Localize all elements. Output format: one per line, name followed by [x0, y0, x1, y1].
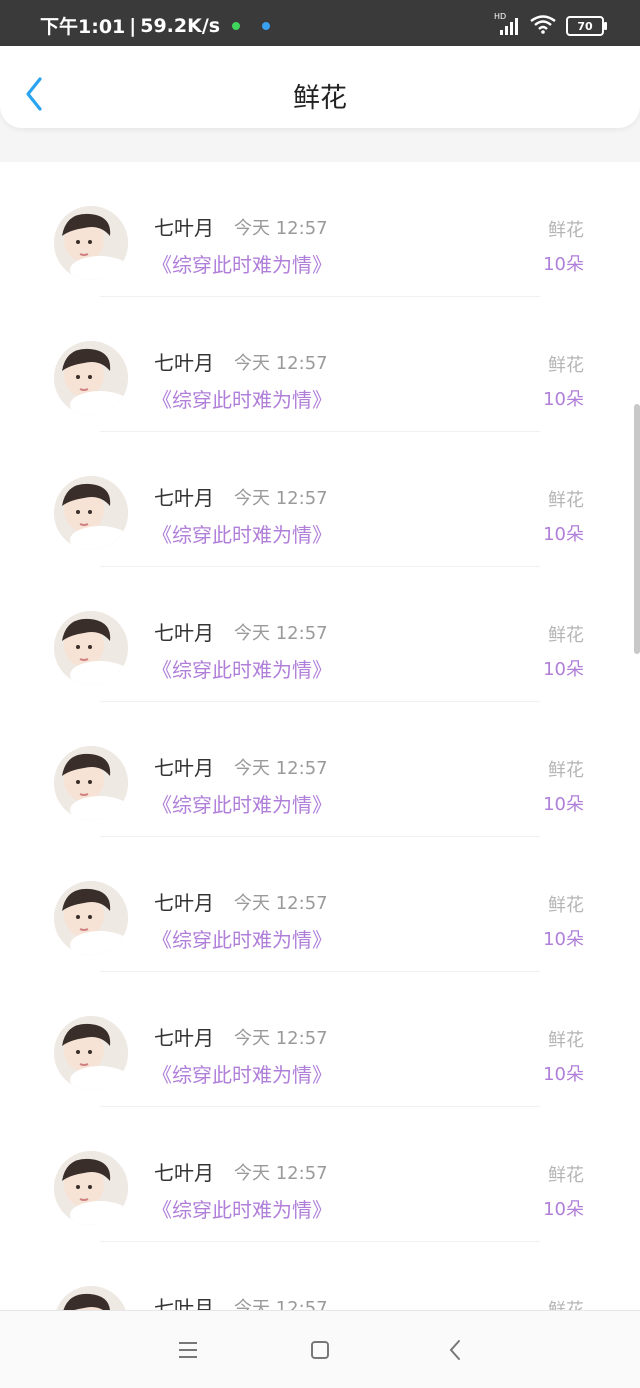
book-title-link[interactable]: 《综穿此时难为情》 [152, 249, 332, 278]
wifi-icon [530, 14, 556, 38]
status-right: HD 70 [494, 12, 607, 38]
avatar-image [54, 746, 128, 820]
status-left: 下午1:01 | 59.2K/s [40, 12, 271, 39]
avatar-image [54, 1151, 128, 1225]
user-name: 七叶月 [154, 486, 214, 510]
user-name: 七叶月 [154, 216, 214, 240]
avatar-image [54, 881, 128, 955]
gift-type: 鲜花 [548, 355, 584, 376]
gift-type: 鲜花 [548, 625, 584, 646]
gift-count: 10朵 [543, 929, 584, 950]
status-speed: 59.2K/s [140, 14, 221, 37]
gift-time: 今天 12:57 [234, 218, 328, 239]
home-button[interactable] [307, 1337, 333, 1363]
avatar-image [54, 476, 128, 550]
avatar[interactable] [54, 746, 128, 820]
battery-icon: 70 [566, 16, 607, 36]
status-separator: | [129, 14, 137, 37]
book-title-link[interactable]: 《综穿此时难为情》 [152, 789, 332, 818]
gift-count: 10朵 [543, 1064, 584, 1085]
status-time: 下午1:01 [40, 16, 126, 38]
avatar[interactable] [54, 341, 128, 415]
page-title: 鲜花 [293, 83, 347, 114]
header-bar: 鲜花 [0, 46, 640, 128]
list-item[interactable]: 七叶月 今天 12:57 《综穿此时难为情》 鲜花 10朵 [0, 162, 640, 297]
gift-time: 今天 12:57 [234, 1028, 328, 1049]
book-title-link[interactable]: 《综穿此时难为情》 [152, 519, 332, 548]
list-item[interactable]: 七叶月 今天 12:57 《综穿此时难为情》 鲜花 10朵 [0, 837, 640, 972]
avatar[interactable] [54, 611, 128, 685]
back-triangle-icon [449, 1340, 460, 1360]
avatar-image [54, 611, 128, 685]
status-bar: 下午1:01 | 59.2K/s HD 70 [0, 0, 640, 46]
scrollbar[interactable] [634, 404, 640, 654]
avatar-image [54, 1286, 128, 1310]
gift-time: 今天 12:57 [234, 623, 328, 644]
gift-type: 鲜花 [548, 1165, 584, 1186]
gift-time: 今天 12:57 [234, 1163, 328, 1184]
avatar-image [54, 341, 128, 415]
avatar[interactable] [54, 206, 128, 280]
avatar[interactable] [54, 476, 128, 550]
gift-count: 10朵 [543, 659, 584, 680]
avatar-image [54, 206, 128, 280]
user-name: 七叶月 [154, 351, 214, 375]
avatar-image [54, 1016, 128, 1090]
gift-count: 10朵 [543, 794, 584, 815]
menu-icon [179, 1342, 197, 1358]
list-item[interactable]: 七叶月 今天 12:57 《综穿此时难为情》 鲜花 10朵 [0, 1242, 640, 1310]
avatar[interactable] [54, 1151, 128, 1225]
user-name: 七叶月 [154, 1296, 214, 1310]
list-item[interactable]: 七叶月 今天 12:57 《综穿此时难为情》 鲜花 10朵 [0, 972, 640, 1107]
gift-type: 鲜花 [548, 220, 584, 241]
list-item[interactable]: 七叶月 今天 12:57 《综穿此时难为情》 鲜花 10朵 [0, 567, 640, 702]
gift-count: 10朵 [543, 389, 584, 410]
gift-time: 今天 12:57 [234, 488, 328, 509]
signal-icon: HD [494, 12, 520, 36]
user-name: 七叶月 [154, 1026, 214, 1050]
gift-count: 10朵 [543, 524, 584, 545]
menu-button[interactable] [175, 1337, 201, 1363]
home-square-icon [311, 1341, 329, 1359]
gift-type: 鲜花 [548, 895, 584, 916]
book-title-link[interactable]: 《综穿此时难为情》 [152, 924, 332, 953]
back-nav-button[interactable] [442, 1337, 468, 1363]
list-item[interactable]: 七叶月 今天 12:57 《综穿此时难为情》 鲜花 10朵 [0, 702, 640, 837]
notification-dot-blue [262, 21, 271, 30]
user-name: 七叶月 [154, 891, 214, 915]
gift-time: 今天 12:57 [234, 353, 328, 374]
avatar[interactable] [54, 1286, 128, 1310]
book-title-link[interactable]: 《综穿此时难为情》 [152, 654, 332, 683]
avatar[interactable] [54, 881, 128, 955]
book-title-link[interactable]: 《综穿此时难为情》 [152, 384, 332, 413]
gift-time: 今天 12:57 [234, 893, 328, 914]
user-name: 七叶月 [154, 756, 214, 780]
notification-dot-green [232, 21, 241, 30]
gift-type: 鲜花 [548, 760, 584, 781]
gift-type: 鲜花 [548, 490, 584, 511]
list-item[interactable]: 七叶月 今天 12:57 《综穿此时难为情》 鲜花 10朵 [0, 1107, 640, 1242]
gift-record-list[interactable]: 七叶月 今天 12:57 《综穿此时难为情》 鲜花 10朵 七叶月 今天 12:… [0, 162, 640, 1310]
gift-type: 鲜花 [548, 1296, 584, 1310]
gift-count: 10朵 [543, 254, 584, 275]
user-name: 七叶月 [154, 1161, 214, 1185]
gift-type: 鲜花 [548, 1030, 584, 1051]
book-title-link[interactable]: 《综穿此时难为情》 [152, 1059, 332, 1088]
system-navbar [0, 1310, 640, 1388]
avatar[interactable] [54, 1016, 128, 1090]
gift-time: 今天 12:57 [234, 758, 328, 779]
user-name: 七叶月 [154, 621, 214, 645]
gift-time: 今天 12:57 [234, 1298, 328, 1310]
list-item[interactable]: 七叶月 今天 12:57 《综穿此时难为情》 鲜花 10朵 [0, 297, 640, 432]
battery-level: 70 [577, 19, 593, 33]
list-item[interactable]: 七叶月 今天 12:57 《综穿此时难为情》 鲜花 10朵 [0, 432, 640, 567]
book-title-link[interactable]: 《综穿此时难为情》 [152, 1194, 332, 1223]
gift-count: 10朵 [543, 1199, 584, 1220]
